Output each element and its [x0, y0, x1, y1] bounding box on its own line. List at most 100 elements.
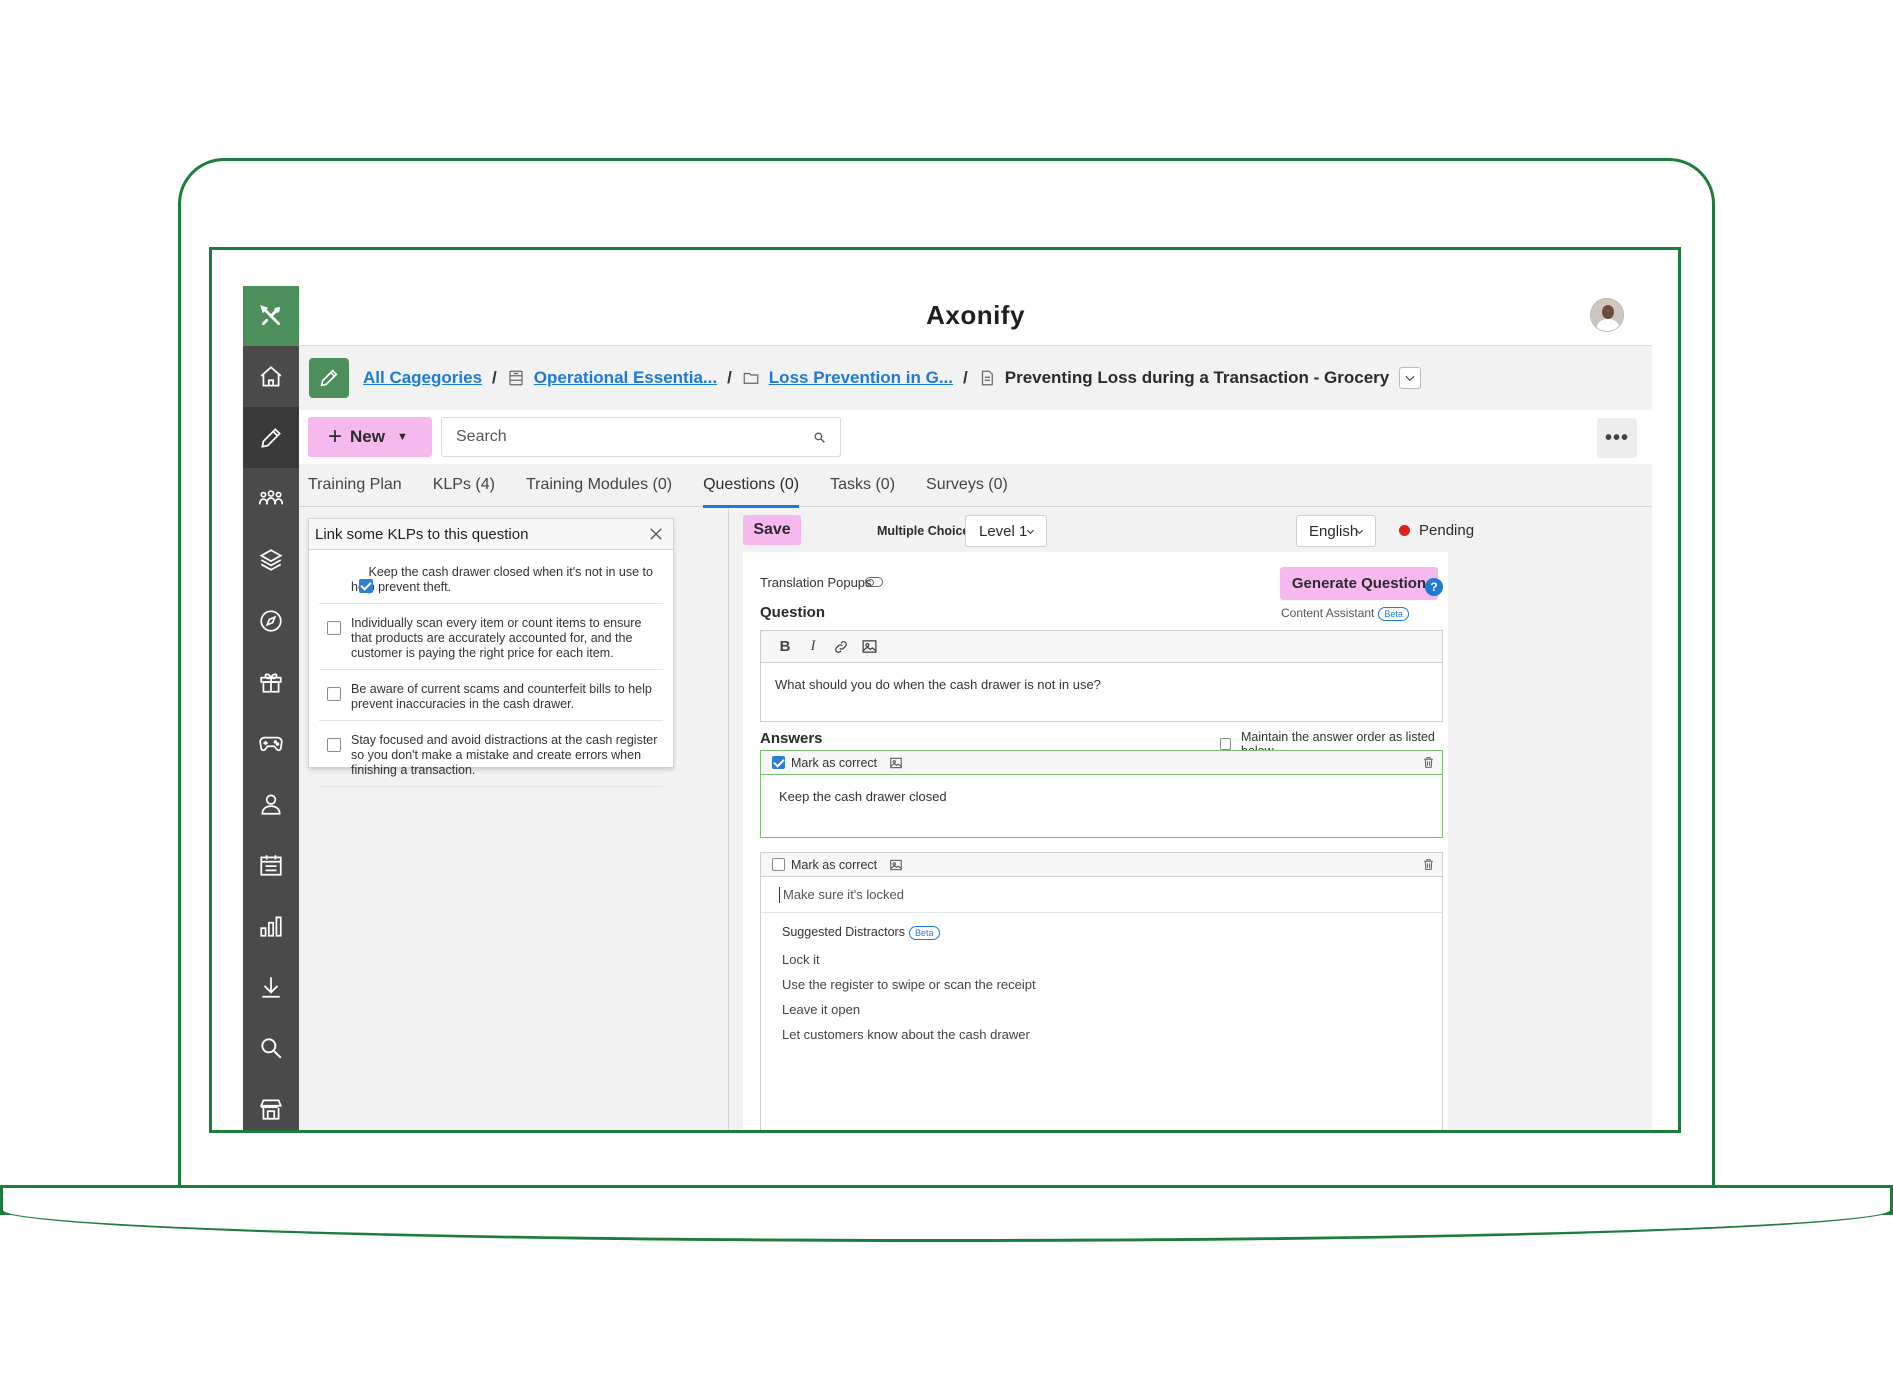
answer-input[interactable]: Make sure it's locked	[761, 877, 1442, 913]
suggested-distractors-label: Suggested Distractors	[782, 925, 905, 939]
trash-icon[interactable]	[1422, 756, 1435, 769]
sidebar-item-home[interactable]	[243, 346, 299, 407]
beta-badge: Beta	[908, 925, 940, 940]
tab-tasks[interactable]: Tasks (0)	[830, 464, 895, 507]
distractor-item[interactable]: Leave it open	[782, 1000, 1421, 1025]
breadcrumb-separator: /	[963, 368, 968, 387]
plus-icon: +	[328, 423, 343, 450]
help-icon[interactable]: ?	[1425, 578, 1443, 596]
text-cursor	[779, 886, 780, 903]
distractor-item[interactable]: Use the register to swipe or scan the re…	[782, 975, 1421, 1000]
bar-chart-icon	[260, 915, 282, 937]
toggle-icon[interactable]	[865, 577, 883, 587]
content-assistant-text: Content Assistant	[1281, 606, 1375, 620]
question-rich-text-editor[interactable]: B I What should you do when the cash dra…	[760, 630, 1443, 722]
image-icon[interactable]	[889, 756, 903, 770]
answer-text[interactable]: Keep the cash drawer closed	[761, 775, 1442, 837]
answer-header: Mark as correct	[761, 853, 1442, 877]
breadcrumb-loss-prevention[interactable]: Loss Prevention in G...	[769, 368, 953, 388]
image-icon[interactable]	[861, 638, 878, 655]
gift-icon	[260, 672, 282, 693]
mark-correct-label: Mark as correct	[791, 755, 878, 770]
klp-item[interactable]: Individually scan every item or count it…	[319, 604, 663, 670]
tab-training-plan[interactable]: Training Plan	[308, 464, 402, 507]
klp-item-text: Be aware of current scams and counterfei…	[351, 682, 652, 711]
sidebar-item-profile[interactable]	[243, 773, 299, 834]
tab-klps[interactable]: KLPs (4)	[433, 464, 495, 507]
klp-item-text: Stay focused and avoid distractions at t…	[351, 733, 658, 777]
level-value: Level 1	[979, 522, 1028, 540]
folder-icon	[743, 372, 759, 384]
klp-item-text: Individually scan every item or count it…	[351, 616, 642, 660]
italic-icon[interactable]: I	[805, 638, 821, 655]
answer-text: Make sure it's locked	[783, 887, 904, 902]
laptop-screen: Axonify All Cagegories / Operational Ess…	[209, 247, 1681, 1133]
tools-logo-icon[interactable]	[243, 286, 299, 346]
sidebar-item-discover[interactable]	[243, 590, 299, 651]
generate-question-button[interactable]: Generate Question	[1280, 567, 1438, 600]
sidebar-item-search[interactable]	[243, 1017, 299, 1078]
more-options-button[interactable]: •••	[1597, 418, 1637, 458]
tab-questions[interactable]: Questions (0)	[703, 464, 800, 508]
translation-popups-label: Translation Popups	[760, 575, 872, 590]
trash-icon[interactable]	[1422, 858, 1435, 871]
status-badge: Pending	[1399, 522, 1474, 539]
tab-surveys[interactable]: Surveys (0)	[926, 464, 1008, 507]
image-icon[interactable]	[889, 858, 903, 872]
level-select[interactable]: Level 1	[965, 515, 1047, 547]
sidebar-item-create[interactable]	[243, 407, 299, 468]
bold-icon[interactable]: B	[777, 638, 793, 655]
breadcrumb-operational-essentials[interactable]: Operational Essentia...	[534, 368, 717, 388]
language-select[interactable]: English	[1296, 515, 1376, 547]
new-button[interactable]: + New ▼	[308, 417, 432, 457]
document-icon	[981, 370, 993, 386]
laptop-lip	[0, 1210, 1893, 1242]
search-icon	[814, 432, 825, 443]
sidebar-item-layers[interactable]	[243, 529, 299, 590]
sidebar-item-store[interactable]	[243, 1078, 299, 1130]
answer-item: Mark as correct Keep the cash drawer clo…	[760, 750, 1443, 838]
mark-correct-label: Mark as correct	[791, 857, 878, 872]
question-type-label: Multiple Choice -	[877, 524, 977, 538]
breadcrumb-dropdown[interactable]	[1399, 367, 1422, 389]
sidebar-item-reports[interactable]	[243, 895, 299, 956]
breadcrumb-separator: /	[492, 368, 497, 387]
klp-column: Link some KLPs to this question Keep the…	[299, 508, 729, 1130]
language-value: English	[1309, 522, 1359, 540]
avatar[interactable]	[1590, 298, 1624, 332]
klp-panel-header: Link some KLPs to this question	[309, 519, 673, 550]
mark-correct-checkbox[interactable]	[772, 756, 785, 769]
beta-badge: Beta	[1378, 606, 1409, 621]
klp-checkbox[interactable]	[327, 738, 341, 752]
sidebar-item-rewards[interactable]	[243, 651, 299, 712]
distractor-item[interactable]: Lock it	[782, 950, 1421, 975]
klp-item[interactable]: Stay focused and avoid distractions at t…	[319, 721, 663, 787]
klp-checkbox[interactable]	[327, 687, 341, 701]
klp-checkbox[interactable]	[359, 579, 373, 593]
edit-mode-icon[interactable]	[309, 358, 349, 398]
question-text[interactable]: What should you do when the cash drawer …	[761, 663, 1442, 706]
link-icon[interactable]	[833, 639, 849, 655]
toolbar: + New ▼ Search •••	[299, 410, 1652, 464]
sidebar-item-calendar[interactable]	[243, 834, 299, 895]
klp-item[interactable]: Keep the cash drawer closed when it's no…	[319, 550, 663, 604]
mark-correct-checkbox[interactable]	[772, 858, 785, 871]
gamepad-icon	[259, 736, 283, 751]
store-icon	[259, 1098, 283, 1120]
save-button[interactable]: Save	[743, 515, 801, 545]
breadcrumb-all-categories[interactable]: All Cagegories	[363, 368, 482, 388]
pencil-icon	[261, 427, 281, 448]
maintain-order-checkbox[interactable]	[1220, 738, 1231, 750]
app-window: Axonify All Cagegories / Operational Ess…	[243, 286, 1652, 1130]
suggested-distractors-title: Suggested Distractors Beta	[782, 925, 1421, 940]
sidebar-item-downloads[interactable]	[243, 956, 299, 1017]
close-icon[interactable]	[647, 525, 665, 543]
distractor-item[interactable]: Let customers know about the cash drawer	[782, 1025, 1421, 1050]
sidebar-item-people[interactable]	[243, 468, 299, 529]
klp-checkbox[interactable]	[327, 621, 341, 635]
search-input[interactable]: Search	[441, 417, 841, 457]
answer-item: Mark as correct Make sure it's locked Su…	[760, 852, 1443, 1130]
tab-training-modules[interactable]: Training Modules (0)	[526, 464, 672, 507]
klp-item[interactable]: Be aware of current scams and counterfei…	[319, 670, 663, 721]
sidebar-item-games[interactable]	[243, 712, 299, 773]
